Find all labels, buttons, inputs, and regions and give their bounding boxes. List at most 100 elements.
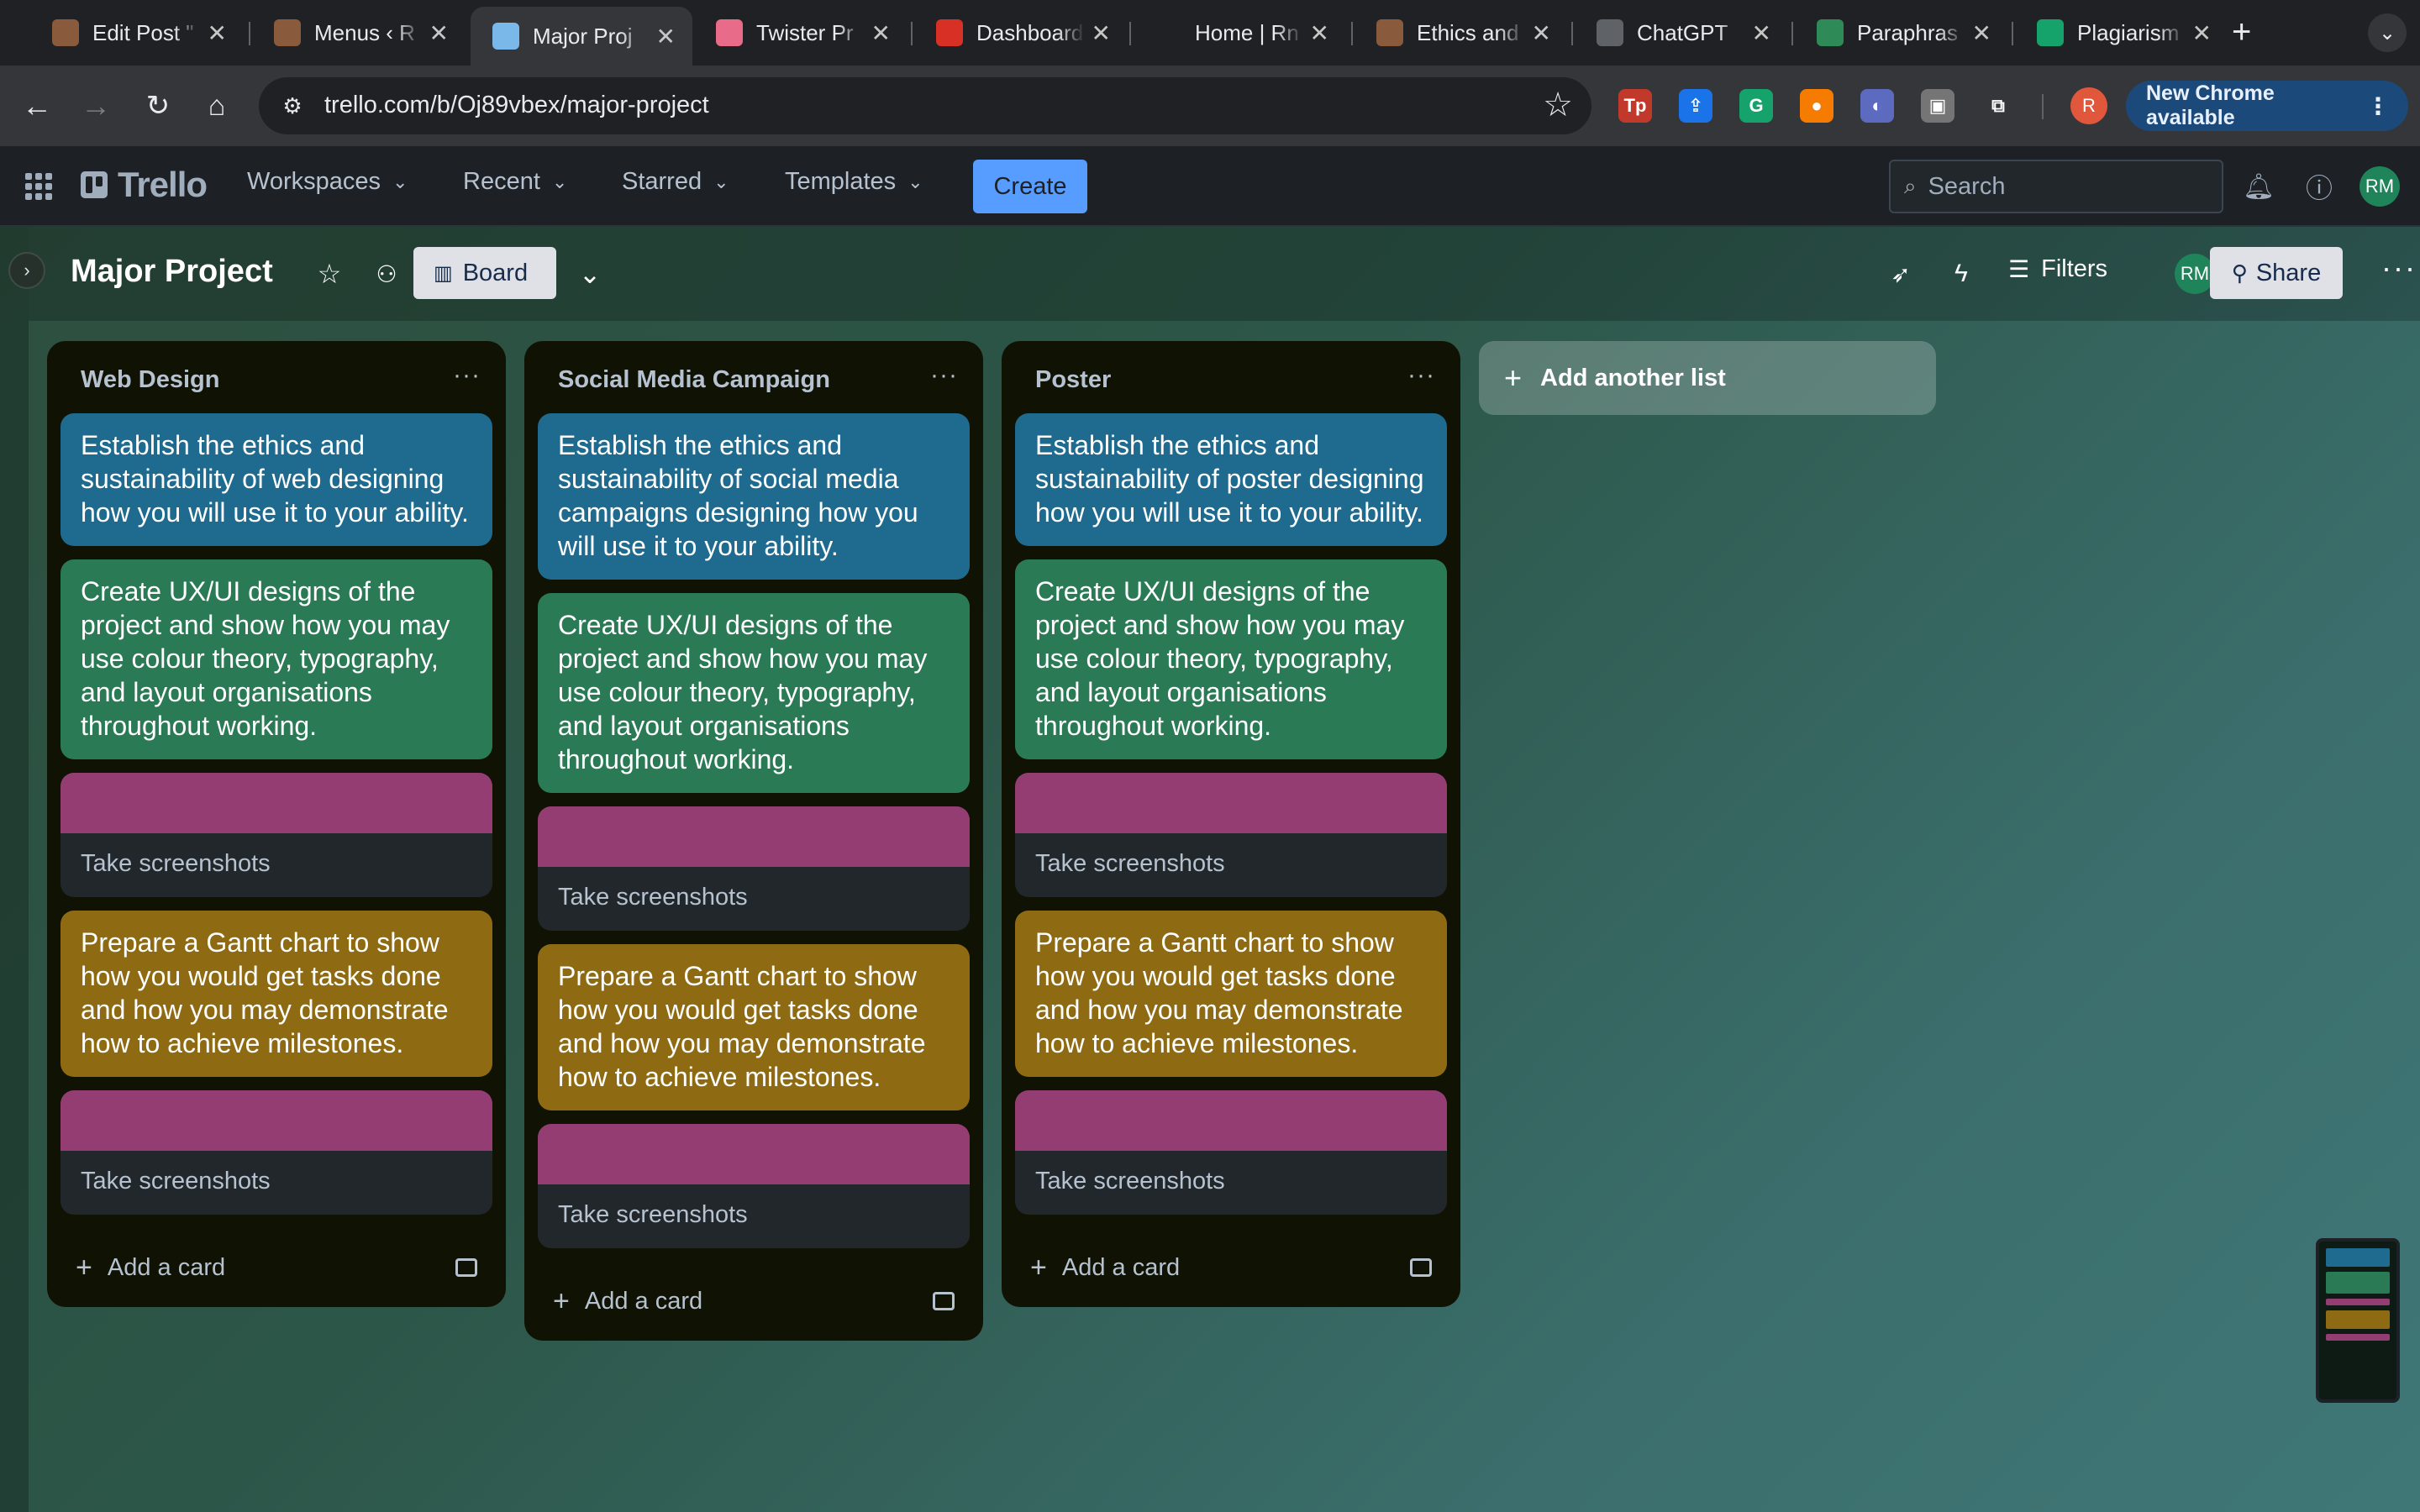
close-tab-icon[interactable]: ✕ — [1310, 19, 1329, 47]
create-from-template-icon[interactable] — [455, 1258, 477, 1277]
create-from-template-icon[interactable] — [1410, 1258, 1432, 1277]
url-text[interactable]: trello.com/b/Oj89vbex/major-project — [324, 92, 709, 119]
list-actions-dots-icon[interactable]: ··· — [453, 361, 481, 390]
chatgpt-favicon-icon — [1597, 19, 1623, 46]
close-tab-icon[interactable]: ✕ — [1972, 19, 1991, 47]
card[interactable]: Create UX/UI designs of the project and … — [60, 559, 492, 759]
user-avatar[interactable]: RM — [2360, 166, 2400, 207]
add-card-button[interactable]: + Add a card — [76, 1252, 225, 1284]
board-minimap[interactable] — [2316, 1238, 2400, 1403]
tp-extension-icon[interactable]: Tp — [1618, 89, 1652, 123]
list-title[interactable]: Poster — [1035, 366, 1111, 394]
board-list[interactable]: Social Media Campaign ··· Establish the et… — [524, 341, 983, 1341]
list-actions-dots-icon[interactable]: ··· — [930, 361, 958, 390]
card[interactable]: Prepare a Gantt chart to show how you wo… — [1015, 911, 1447, 1077]
create-from-template-icon[interactable] — [933, 1292, 955, 1310]
card[interactable]: Take screenshots — [538, 806, 970, 931]
add-another-list-button[interactable]: + Add another list — [1479, 341, 1936, 415]
browser-tab[interactable]: ChatGPT ✕ — [1575, 8, 1788, 57]
orange-extension-icon[interactable]: ● — [1800, 89, 1833, 123]
grammarly-extension-icon[interactable]: G — [1739, 89, 1773, 123]
list-title[interactable]: Web Design — [81, 366, 219, 394]
list-title[interactable]: Social Media Campaign — [558, 366, 830, 394]
browser-tab[interactable]: Major Proj ✕ — [471, 7, 692, 66]
browser-tab[interactable]: Home | Rn ✕ — [1133, 8, 1346, 57]
browser-tab[interactable]: Paraphras ✕ — [1795, 8, 2008, 57]
new-tab-icon[interactable]: + — [2232, 15, 2251, 49]
reload-icon[interactable]: ↻ — [138, 86, 178, 126]
board-list[interactable]: Poster ··· Establish the ethics and sustai… — [1002, 341, 1460, 1307]
close-tab-icon[interactable]: ✕ — [871, 19, 891, 47]
notifications-bell-icon[interactable]: 🔔︎ — [2242, 170, 2275, 203]
card-cover — [1015, 1090, 1447, 1151]
board-list[interactable]: Web Design ··· Establish the ethics and su… — [47, 341, 506, 1307]
card-title: Take screenshots — [81, 1168, 271, 1194]
browser-tab[interactable]: Plagiarism ✕ — [2015, 8, 2228, 57]
trello-logo[interactable]: Trello — [81, 165, 208, 205]
nav-recent[interactable]: Recent ⌄ — [463, 168, 567, 196]
card[interactable]: Take screenshots — [1015, 1090, 1447, 1215]
power-ups-rocket-icon[interactable]: ➶ — [1882, 255, 1919, 292]
add-card-button[interactable]: + Add a card — [553, 1285, 702, 1318]
home-icon[interactable]: ⌂ — [197, 86, 237, 126]
list-header: Social Media Campaign ··· — [524, 341, 983, 413]
help-icon[interactable]: ⓘ — [2302, 170, 2336, 203]
star-board-icon[interactable]: ☆ — [311, 255, 348, 292]
browser-tab[interactable]: Twister Pr ✕ — [694, 8, 908, 57]
filters-button[interactable]: ☰ Filters — [2008, 255, 2107, 283]
nav-templates[interactable]: Templates ⌄ — [785, 168, 923, 196]
browser-tab[interactable]: Edit Post " ✕ — [30, 8, 244, 57]
board-title[interactable]: Major Project — [71, 254, 273, 290]
views-chevron-down-icon[interactable]: ⌄ — [571, 255, 608, 292]
close-tab-icon[interactable]: ✕ — [429, 19, 449, 47]
app-switcher-icon[interactable] — [25, 173, 52, 200]
browser-tab[interactable]: Ethics and ✕ — [1355, 8, 1568, 57]
new-chrome-available-button[interactable]: New Chrome available ⋮ — [2126, 81, 2408, 131]
card-title: Prepare a Gantt chart to show how you wo… — [81, 927, 449, 1058]
profile-avatar[interactable]: R — [2070, 87, 2107, 124]
create-button[interactable]: Create — [973, 160, 1087, 213]
address-bar[interactable]: ⚙ trello.com/b/Oj89vbex/major-project ☆ — [259, 77, 1591, 134]
close-tab-icon[interactable]: ✕ — [1092, 19, 1111, 47]
close-tab-icon[interactable]: ✕ — [208, 19, 227, 47]
close-tab-icon[interactable]: ✕ — [1752, 19, 1771, 47]
back-arrow-icon[interactable]: ← — [17, 86, 57, 126]
bookmark-star-icon[interactable]: ☆ — [1543, 86, 1573, 124]
card[interactable]: Take screenshots — [538, 1124, 970, 1248]
close-tab-icon[interactable]: ✕ — [2192, 19, 2212, 47]
card[interactable]: Establish the ethics and sustainability … — [60, 413, 492, 546]
card[interactable]: Create UX/UI designs of the project and … — [1015, 559, 1447, 759]
search-input[interactable]: ⌕ Search — [1889, 160, 2223, 213]
puzzle-extensions-icon[interactable]: ⧉ — [1981, 89, 2015, 123]
card[interactable]: Establish the ethics and sustainability … — [538, 413, 970, 580]
add-card-button[interactable]: + Add a card — [1030, 1252, 1180, 1284]
grey-extension-icon[interactable]: ▣ — [1921, 89, 1954, 123]
tab-search-chevron-icon[interactable]: ⌄ — [2368, 13, 2407, 52]
card[interactable]: Take screenshots — [60, 773, 492, 897]
share-button[interactable]: ⚲ Share — [2210, 247, 2343, 299]
board-member-avatar[interactable]: RM — [2175, 254, 2215, 294]
upload-extension-icon[interactable]: ⇪ — [1679, 89, 1712, 123]
nav-workspaces[interactable]: Workspaces ⌄ — [247, 168, 408, 196]
list-actions-dots-icon[interactable]: ··· — [1407, 361, 1435, 390]
close-tab-icon[interactable]: ✕ — [656, 23, 676, 50]
nav-starred[interactable]: Starred ⌄ — [622, 168, 729, 196]
site-info-icon[interactable]: ⚙ — [276, 89, 309, 123]
card[interactable]: Create UX/UI designs of the project and … — [538, 593, 970, 793]
visibility-workspace-icon[interactable]: ⚇ — [368, 255, 405, 292]
avatar-favicon-icon — [1376, 19, 1403, 46]
browser-tab[interactable]: Dashboard ✕ — [914, 8, 1128, 57]
card[interactable]: Take screenshots — [60, 1090, 492, 1215]
card[interactable]: Establish the ethics and sustainability … — [1015, 413, 1447, 546]
board-menu-dots-icon[interactable]: ··· — [2381, 250, 2417, 286]
expand-sidebar-chevron-icon[interactable]: › — [8, 252, 45, 289]
close-tab-icon[interactable]: ✕ — [1532, 19, 1551, 47]
card[interactable]: Prepare a Gantt chart to show how you wo… — [60, 911, 492, 1077]
browser-tab[interactable]: Menus ‹ R ✕ — [252, 8, 466, 57]
globe-extension-icon[interactable]: ◐ — [1860, 89, 1894, 123]
board-view-button[interactable]: ▥ Board — [413, 247, 556, 299]
card[interactable]: Prepare a Gantt chart to show how you wo… — [538, 944, 970, 1110]
forward-arrow-icon[interactable]: → — [76, 86, 116, 126]
automation-bolt-icon[interactable]: ϟ — [1943, 255, 1980, 292]
card[interactable]: Take screenshots — [1015, 773, 1447, 897]
